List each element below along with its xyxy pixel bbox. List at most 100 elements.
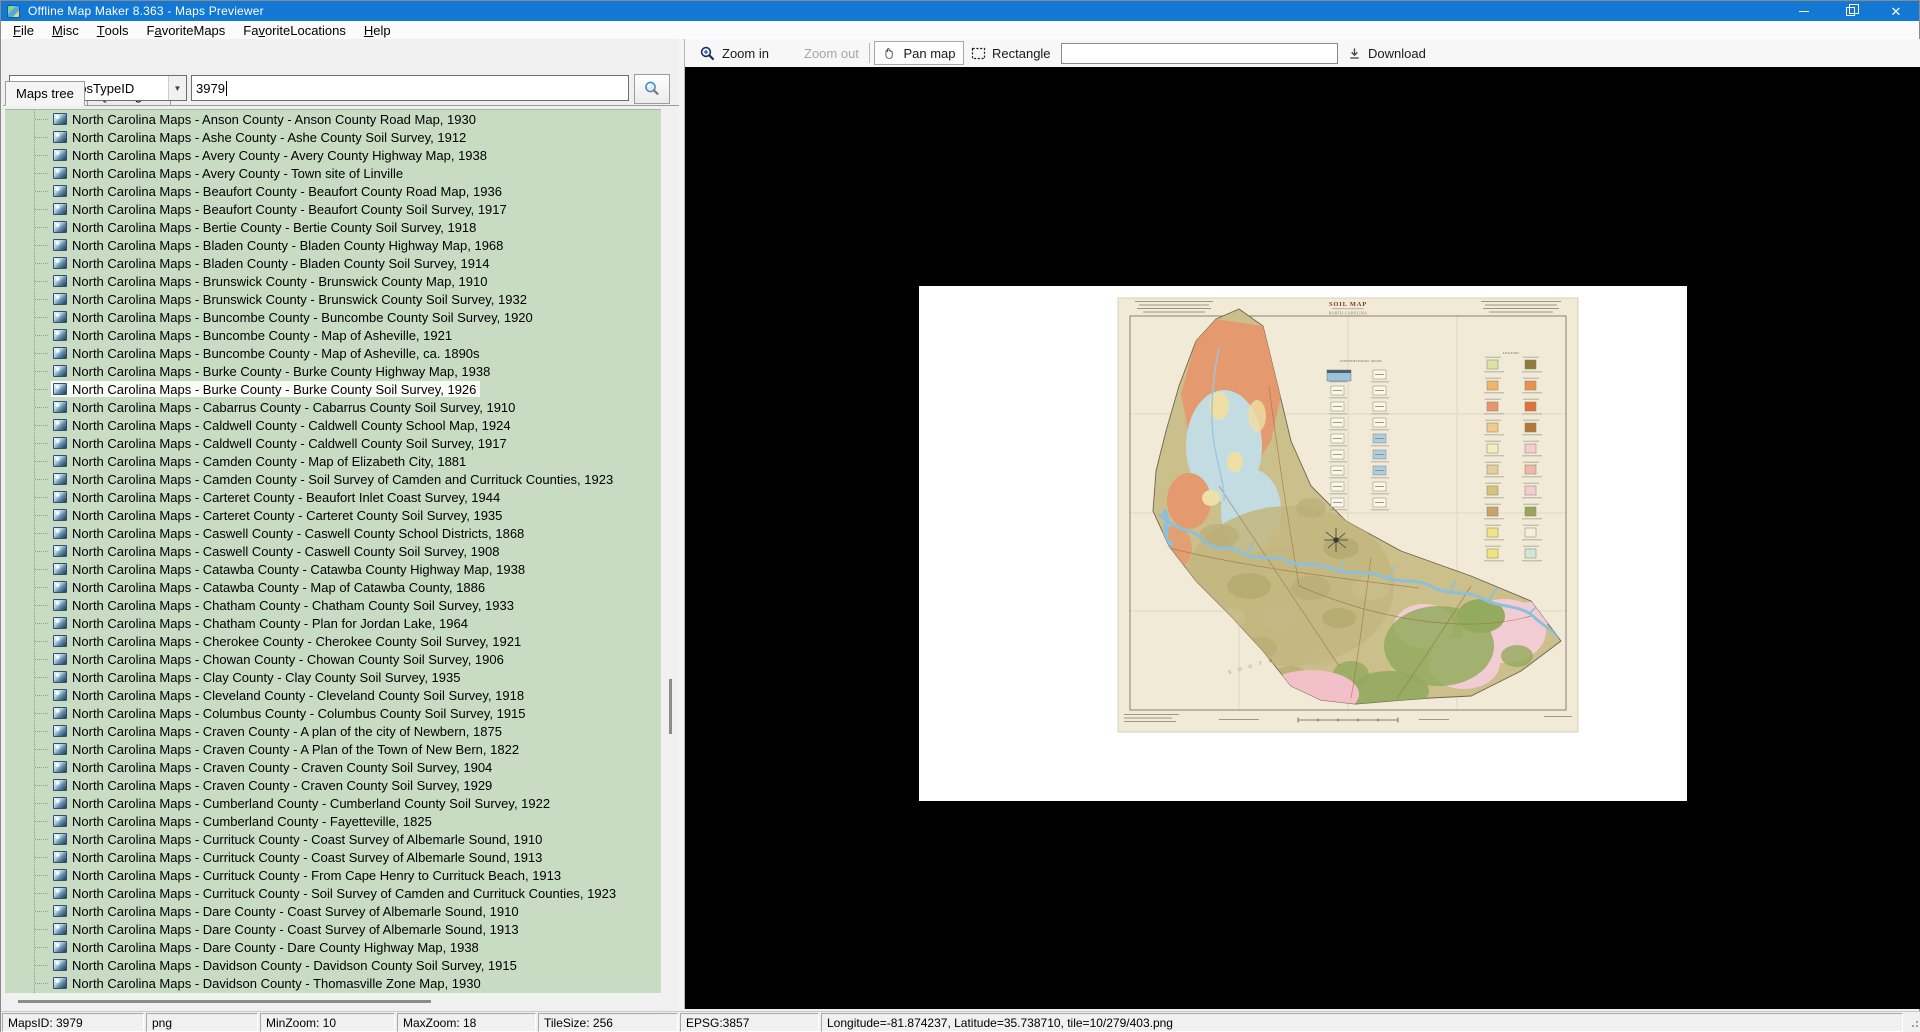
vertical-scroll-thumb[interactable] bbox=[669, 679, 672, 734]
tree-item[interactable]: North Carolina Maps - Avery County - Ave… bbox=[5, 146, 661, 164]
rectangle-button[interactable]: Rectangle bbox=[971, 39, 1051, 67]
tree-item[interactable]: North Carolina Maps - Cumberland County … bbox=[5, 812, 661, 830]
tree-item[interactable]: North Carolina Maps - Burke County - Bur… bbox=[5, 380, 661, 398]
menu-tools[interactable]: Tools bbox=[88, 21, 138, 39]
map-thumbnail-icon bbox=[53, 473, 67, 485]
tree-item[interactable]: North Carolina Maps - Caswell County - C… bbox=[5, 542, 661, 560]
tree-item[interactable]: North Carolina Maps - Beaufort County - … bbox=[5, 182, 661, 200]
chevron-down-icon[interactable]: ▼ bbox=[168, 76, 186, 100]
menu-misc[interactable]: Misc bbox=[43, 21, 88, 39]
tree-item[interactable]: North Carolina Maps - Currituck County -… bbox=[5, 848, 661, 866]
download-range-input[interactable] bbox=[1061, 43, 1338, 64]
tree-item[interactable]: North Carolina Maps - Dare County - Coas… bbox=[5, 920, 661, 938]
tree-item[interactable]: North Carolina Maps - Craven County - A … bbox=[5, 722, 661, 740]
download-button[interactable]: Download bbox=[1347, 39, 1426, 67]
tab-maps-tree[interactable]: Maps tree bbox=[5, 81, 85, 106]
menu-help[interactable]: Help bbox=[355, 21, 400, 39]
toolbar-separator bbox=[869, 43, 870, 63]
tree-item[interactable]: North Carolina Maps - Ashe County - Ashe… bbox=[5, 128, 661, 146]
tree-horizontal-scrollbar[interactable] bbox=[5, 993, 661, 1009]
tree-item[interactable]: North Carolina Maps - Craven County - Cr… bbox=[5, 758, 661, 776]
tree-item-label: North Carolina Maps - Clay County - Clay… bbox=[72, 669, 461, 685]
tree-item[interactable]: North Carolina Maps - Buncombe County - … bbox=[5, 308, 661, 326]
tree-item[interactable]: North Carolina Maps - Buncombe County - … bbox=[5, 326, 661, 344]
tree-item[interactable]: North Carolina Maps - Cherokee County - … bbox=[5, 632, 661, 650]
pan-map-button[interactable]: Pan map bbox=[874, 41, 964, 65]
menu-favoritemaps[interactable]: Fa voriteMaps bbox=[138, 21, 235, 39]
status-panel-text: png bbox=[152, 1015, 173, 1030]
tree-item[interactable]: North Carolina Maps - Chowan County - Ch… bbox=[5, 650, 661, 668]
tree-item[interactable]: North Carolina Maps - Beaufort County - … bbox=[5, 200, 661, 218]
horizontal-scroll-thumb[interactable] bbox=[18, 1000, 431, 1003]
tree-item[interactable]: North Carolina Maps - Brunswick County -… bbox=[5, 290, 661, 308]
tree-item[interactable]: North Carolina Maps - Currituck County -… bbox=[5, 830, 661, 848]
tree-item-label: North Carolina Maps - Dare County - Dare… bbox=[72, 939, 479, 955]
tree-item[interactable]: North Carolina Maps - Currituck County -… bbox=[5, 866, 661, 884]
tree-item[interactable]: North Carolina Maps - Avery County - Tow… bbox=[5, 164, 661, 182]
tree-item[interactable]: North Carolina Maps - Craven County - A … bbox=[5, 740, 661, 758]
tree-item-label: North Carolina Maps - Craven County - Cr… bbox=[72, 759, 493, 775]
tree-item-label: North Carolina Maps - Bladen County - Bl… bbox=[72, 237, 504, 253]
tree-item[interactable]: North Carolina Maps - Camden County - So… bbox=[5, 470, 661, 488]
tree-item[interactable]: North Carolina Maps - Carteret County - … bbox=[5, 506, 661, 524]
tree-item[interactable]: North Carolina Maps - Chatham County - C… bbox=[5, 596, 661, 614]
map-thumbnail-icon bbox=[53, 491, 67, 503]
tree-item[interactable]: North Carolina Maps - Caswell County - C… bbox=[5, 524, 661, 542]
tree-item[interactable]: North Carolina Maps - Cumberland County … bbox=[5, 794, 661, 812]
tree-item-label: North Carolina Maps - Caswell County - C… bbox=[72, 525, 525, 541]
restore-button[interactable] bbox=[1827, 1, 1873, 21]
tree-item-body: North Carolina Maps - Craven County - A … bbox=[51, 741, 523, 757]
tree-item[interactable]: North Carolina Maps - Brunswick County -… bbox=[5, 272, 661, 290]
search-input[interactable]: 3979 bbox=[191, 75, 629, 101]
zoom-in-button[interactable]: Zoom in bbox=[699, 39, 769, 67]
tree-item-body: North Carolina Maps - Dare County - Coas… bbox=[51, 903, 523, 919]
tree-item[interactable]: North Carolina Maps - Clay County - Clay… bbox=[5, 668, 661, 686]
svg-text:NORTH CAROLINA: NORTH CAROLINA bbox=[1329, 312, 1368, 316]
tree-item[interactable]: North Carolina Maps - Camden County - Ma… bbox=[5, 452, 661, 470]
tree-item[interactable]: North Carolina Maps - Carteret County - … bbox=[5, 488, 661, 506]
zoom-out-button[interactable]: Zoom out bbox=[804, 39, 859, 67]
tree-item[interactable]: North Carolina Maps - Davidson County - … bbox=[5, 974, 661, 992]
map-thumbnail-icon bbox=[53, 365, 67, 377]
tree-item[interactable]: North Carolina Maps - Burke County - Bur… bbox=[5, 362, 661, 380]
tree-item-label: North Carolina Maps - Currituck County -… bbox=[72, 867, 562, 883]
map-thumbnail-icon bbox=[53, 149, 67, 161]
tree-item[interactable]: North Carolina Maps - Cleveland County -… bbox=[5, 686, 661, 704]
map-thumbnail-icon bbox=[53, 851, 67, 863]
title-bar: Offline Map Maker 8.363 - Maps Previewer… bbox=[1, 1, 1919, 21]
tree-item[interactable]: North Carolina Maps - Cabarrus County - … bbox=[5, 398, 661, 416]
tree-item[interactable]: North Carolina Maps - Anson County - Ans… bbox=[5, 110, 661, 128]
map-thumbnail-icon bbox=[53, 941, 67, 953]
tree-item[interactable]: North Carolina Maps - Craven County - Cr… bbox=[5, 776, 661, 794]
map-thumbnail-icon bbox=[53, 113, 67, 125]
tree-vertical-scrollbar[interactable] bbox=[661, 109, 679, 993]
tree-item[interactable]: North Carolina Maps - Catawba County - M… bbox=[5, 578, 661, 596]
tree-item-body: North Carolina Maps - Bladen County - Bl… bbox=[51, 237, 507, 253]
tree-item[interactable]: North Carolina Maps - Dare County - Dare… bbox=[5, 938, 661, 956]
tree-item[interactable]: North Carolina Maps - Dare County - Coas… bbox=[5, 902, 661, 920]
map-viewer[interactable]: SOIL MAP NORTH CAROLINA S O U T H CONVEN… bbox=[685, 67, 1920, 1009]
tree-item[interactable]: North Carolina Maps - Bertie County - Be… bbox=[5, 218, 661, 236]
menu-favoritelocations[interactable]: Fa v oriteLocations bbox=[234, 21, 355, 39]
resize-grip[interactable] bbox=[1905, 1013, 1920, 1032]
tree-item[interactable]: North Carolina Maps - Columbus County - … bbox=[5, 704, 661, 722]
status-panel-text: Longitude=-81.874237, Latitude=35.738710… bbox=[827, 1015, 1173, 1030]
tree-item-label: North Carolina Maps - Cabarrus County - … bbox=[72, 399, 516, 415]
tree-item-body: North Carolina Maps - Craven County - Cr… bbox=[51, 759, 496, 775]
menu-file[interactable]: File bbox=[4, 21, 43, 39]
close-button[interactable]: ✕ bbox=[1873, 1, 1919, 21]
tree-item[interactable]: North Carolina Maps - Chatham County - P… bbox=[5, 614, 661, 632]
tree-item-label: North Carolina Maps - Anson County - Ans… bbox=[72, 111, 476, 127]
tree-item[interactable]: North Carolina Maps - Currituck County -… bbox=[5, 884, 661, 902]
tree-item[interactable]: North Carolina Maps - Caldwell County - … bbox=[5, 434, 661, 452]
tree-item-body: North Carolina Maps - Carteret County - … bbox=[51, 507, 506, 523]
tree-item[interactable]: North Carolina Maps - Bladen County - Bl… bbox=[5, 236, 661, 254]
tree-item[interactable]: North Carolina Maps - Bladen County - Bl… bbox=[5, 254, 661, 272]
tree-item[interactable]: North Carolina Maps - Catawba County - C… bbox=[5, 560, 661, 578]
tree-item[interactable]: North Carolina Maps - Davidson County - … bbox=[5, 956, 661, 974]
minimize-button[interactable] bbox=[1781, 1, 1827, 21]
tree-item[interactable]: North Carolina Maps - Caldwell County - … bbox=[5, 416, 661, 434]
tree-item[interactable]: North Carolina Maps - Buncombe County - … bbox=[5, 344, 661, 362]
search-button[interactable] bbox=[634, 74, 670, 104]
status-panel: Longitude=-81.874237, Latitude=35.738710… bbox=[821, 1013, 1903, 1032]
